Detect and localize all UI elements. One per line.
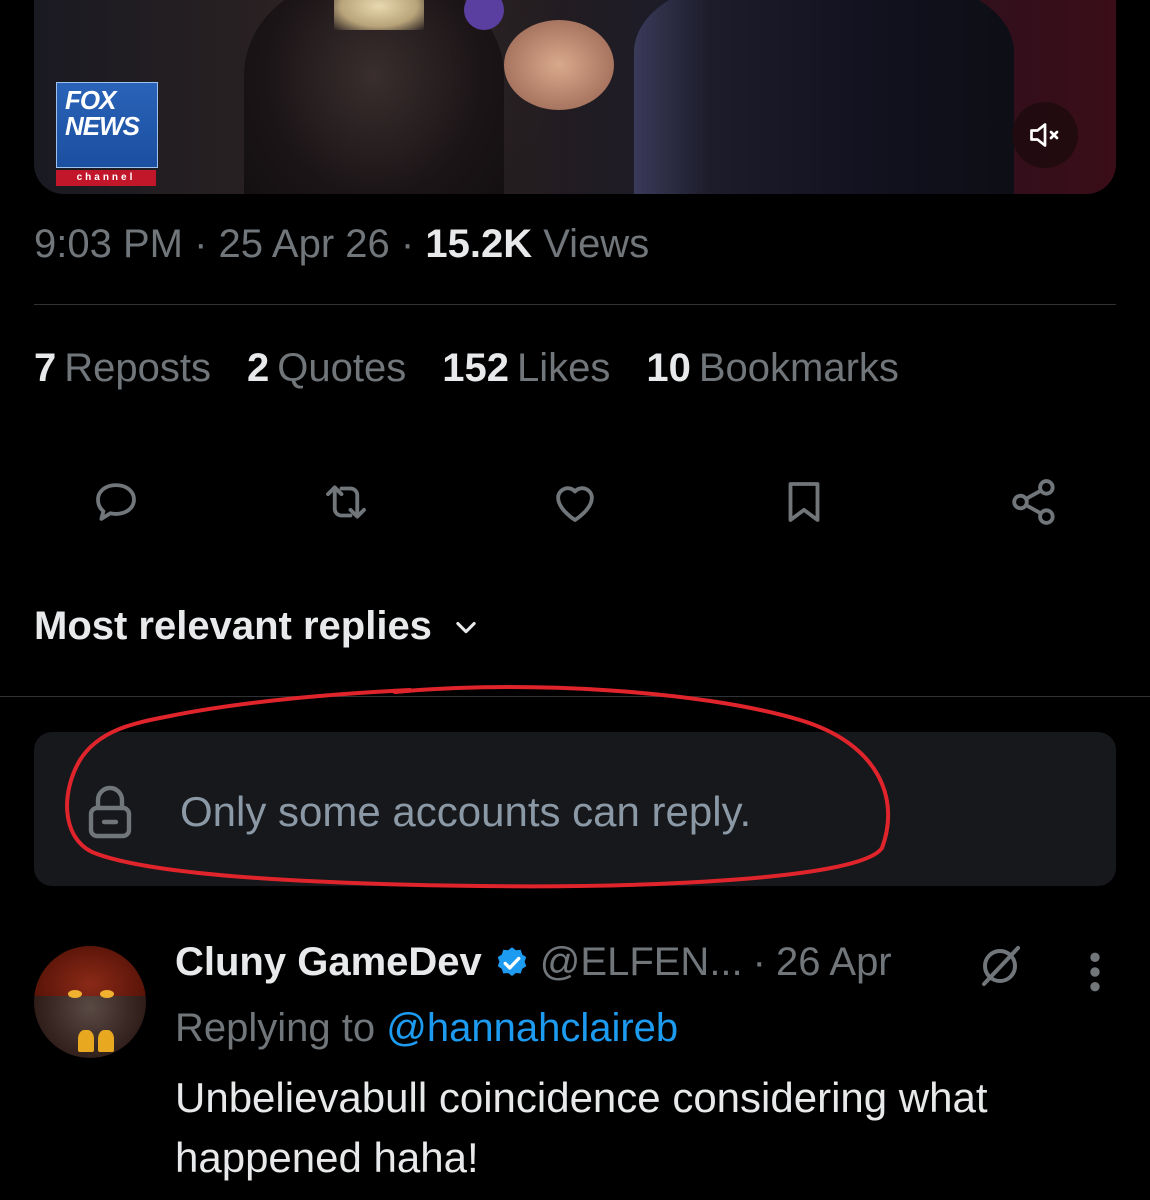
engagement-stats: 7 Reposts 2 Quotes 152 Likes 10 Bookmarks [34, 346, 899, 391]
bookmark-button[interactable] [774, 472, 834, 532]
video-frame-hair [334, 0, 424, 30]
reply-header: Cluny GameDev @ELFEN... · 26 Apr [175, 940, 892, 985]
fox-news-logo-text: FOX NEWS [65, 87, 153, 139]
replying-to-mention[interactable]: @hannahclaireb [386, 1006, 678, 1050]
video-frame-hand [504, 20, 614, 110]
more-options-icon[interactable] [1080, 950, 1110, 994]
chevron-down-icon [456, 621, 476, 633]
reply-restriction-notice: Only some accounts can reply. [34, 732, 1116, 886]
share-button[interactable] [1004, 472, 1064, 532]
stat-likes[interactable]: 152 Likes [442, 346, 610, 391]
avatar-accent-1 [78, 1030, 94, 1052]
lock-icon [88, 785, 132, 839]
reply-icon [96, 483, 136, 521]
reply-author-name[interactable]: Cluny GameDev [175, 940, 482, 985]
stat-quotes[interactable]: 2 Quotes [247, 346, 406, 391]
views-count: 15.2K [425, 222, 533, 266]
stat-bookmarks[interactable]: 10 Bookmarks [646, 346, 899, 391]
replies-sort-label: Most relevant replies [34, 604, 432, 648]
replies-sort-dropdown[interactable]: Most relevant replies [34, 604, 480, 649]
avatar-hair [34, 946, 146, 996]
avatar-eye-left [68, 990, 82, 998]
avatar-accent-2 [98, 1030, 114, 1052]
reply-text: Unbelievabull coincidence considering wh… [175, 1074, 988, 1181]
tweet-timestamp-line: 9:03 PM · 25 Apr 26 · 15.2K Views [34, 222, 650, 266]
tweet-action-bar [0, 468, 1150, 532]
section-divider [0, 696, 1150, 697]
tweet-date[interactable]: 25 Apr 26 [219, 222, 390, 266]
fox-news-channel-bar: channel [56, 170, 156, 186]
like-button[interactable] [545, 472, 605, 532]
bookmark-icon [788, 482, 820, 522]
grok-icon[interactable] [976, 942, 1024, 990]
meta-divider [34, 304, 1116, 305]
avatar-eye-right [100, 990, 114, 998]
views-label: Views [543, 222, 650, 266]
speaker-muted-icon [1030, 123, 1059, 147]
reply-author-avatar[interactable] [34, 946, 146, 1058]
verified-badge-icon [497, 946, 527, 976]
video-player[interactable] [34, 0, 1116, 194]
repost-button[interactable] [316, 472, 376, 532]
reply-restriction-text: Only some accounts can reply. [180, 788, 752, 835]
video-frame-person-right [634, 0, 1014, 194]
reply-author-handle[interactable]: @ELFEN... [540, 940, 743, 985]
logo-line-1: FOX [65, 85, 116, 115]
reply-header-separator: · [752, 940, 766, 984]
tweet-time[interactable]: 9:03 PM [34, 222, 183, 266]
unmute-button[interactable] [1012, 102, 1078, 168]
fox-news-logo-box: FOX NEWS [56, 82, 158, 168]
repost-icon [326, 485, 366, 519]
replying-to-prefix: Replying to [175, 1006, 376, 1050]
like-icon [556, 486, 594, 522]
fox-news-logo: FOX NEWS channel [56, 82, 158, 190]
share-icon [1012, 479, 1055, 525]
reply-date[interactable]: 26 Apr [776, 940, 892, 985]
stat-reposts[interactable]: 7 Reposts [34, 346, 211, 391]
logo-line-2: NEWS [65, 111, 140, 141]
replying-to-line: Replying to @hannahclaireb [175, 1006, 678, 1051]
reply-button[interactable] [86, 472, 146, 532]
